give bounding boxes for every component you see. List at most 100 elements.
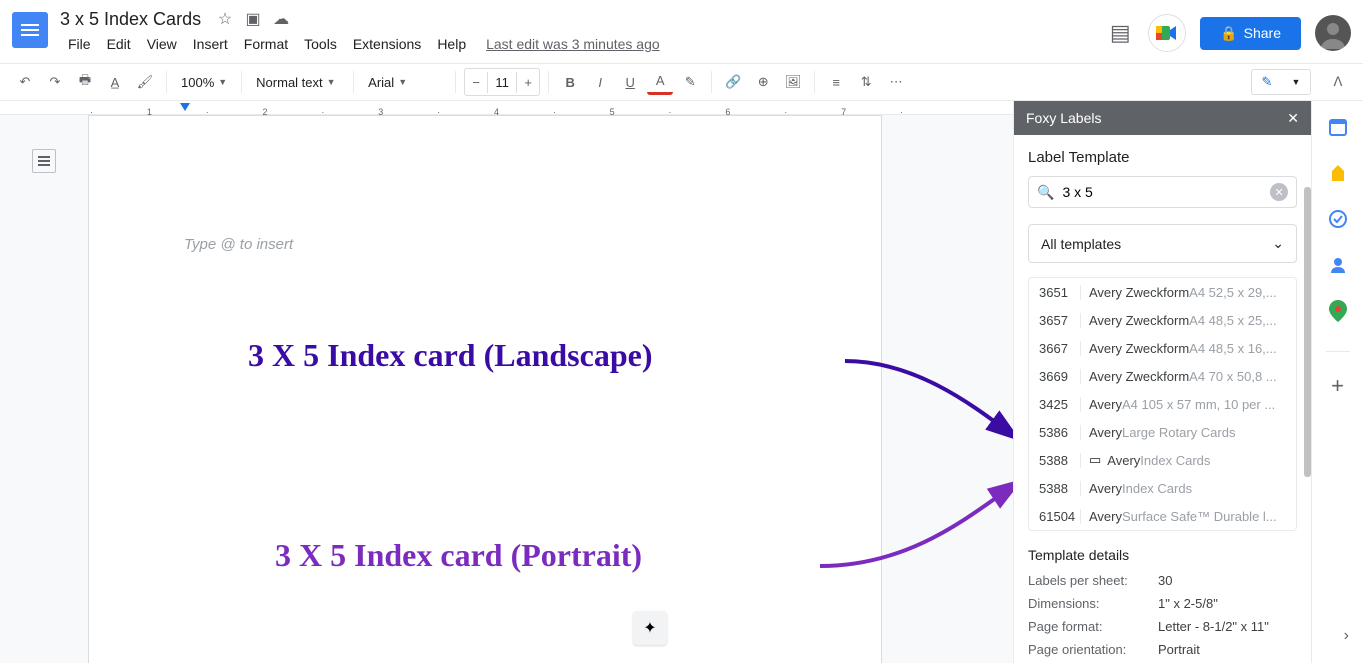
highlight-icon[interactable]: ✎ xyxy=(677,69,703,95)
annotation-portrait: 3 X 5 Index card (Portrait) xyxy=(275,537,642,574)
outline-icon[interactable] xyxy=(32,149,56,173)
result-code: 3669 xyxy=(1039,369,1081,384)
text-color-icon[interactable]: A xyxy=(647,69,673,95)
doc-title-row: 3 x 5 Index Cards ☆ ▣ ☁ xyxy=(60,8,660,30)
avatar[interactable] xyxy=(1315,15,1351,51)
panel-title: Foxy Labels xyxy=(1026,110,1101,126)
explore-button[interactable]: ✦ xyxy=(633,611,667,645)
menu-help[interactable]: Help xyxy=(429,32,474,56)
ruler[interactable]: ·1·2·3·4·5·6·7· xyxy=(0,101,1013,115)
template-filter-dropdown[interactable]: All templates ⌄ xyxy=(1028,224,1297,263)
result-row[interactable]: 3651Avery Zweckform A4 52,5 x 29,... xyxy=(1029,278,1296,306)
insert-placeholder: Type @ to insert xyxy=(184,236,293,253)
redo-icon[interactable]: ↷ xyxy=(42,69,68,95)
edit-mode-dropdown[interactable]: ✎ ▼ xyxy=(1251,69,1311,95)
print-icon[interactable]: 🖶 xyxy=(72,69,98,95)
detail-label: Page orientation: xyxy=(1028,642,1158,657)
result-row[interactable]: 5388Avery Index Cards xyxy=(1029,474,1296,502)
separator xyxy=(455,71,456,93)
menu-extensions[interactable]: Extensions xyxy=(345,32,429,56)
style-dropdown[interactable]: Normal text▼ xyxy=(250,75,345,90)
result-row[interactable]: 5388 ▭ Avery Index Cards xyxy=(1029,446,1296,474)
result-brand: Avery Zweckform xyxy=(1089,313,1189,328)
clear-icon[interactable]: ✕ xyxy=(1270,183,1288,201)
result-row[interactable]: 3425Avery A4 105 x 57 mm, 10 per ... xyxy=(1029,390,1296,418)
style-value: Normal text xyxy=(256,75,322,90)
result-row[interactable]: 5386Avery Large Rotary Cards xyxy=(1029,418,1296,446)
link-icon[interactable]: 🔗 xyxy=(720,69,746,95)
pencil-icon: ✎ xyxy=(1262,74,1273,90)
more-icon[interactable]: ⋯ xyxy=(883,69,909,95)
align-icon[interactable]: ≡ xyxy=(823,69,849,95)
share-button[interactable]: 🔒 Share xyxy=(1200,17,1301,50)
menu-view[interactable]: View xyxy=(139,32,185,56)
search-box: 🔍 ✕ xyxy=(1028,176,1297,208)
template-icon: ▭ xyxy=(1089,452,1101,468)
font-size-increase[interactable]: + xyxy=(517,69,539,95)
result-brand: Avery xyxy=(1107,453,1140,468)
panel-header: Foxy Labels ✕ xyxy=(1014,101,1311,135)
undo-icon[interactable]: ↶ xyxy=(12,69,38,95)
result-row[interactable]: 61504Avery Surface Safe™ Durable l... xyxy=(1029,502,1296,530)
details-title: Template details xyxy=(1028,547,1297,563)
result-row[interactable]: 3669Avery Zweckform A4 70 x 50,8 ... xyxy=(1029,362,1296,390)
font-size-value[interactable]: 11 xyxy=(487,72,517,93)
contacts-icon[interactable] xyxy=(1326,253,1350,277)
rail-collapse-icon[interactable]: › xyxy=(1344,627,1349,645)
details-list: Labels per sheet:30Dimensions:1" x 2-5/8… xyxy=(1028,573,1297,657)
star-icon[interactable]: ☆ xyxy=(216,10,234,28)
result-name: Index Cards xyxy=(1140,453,1210,468)
spellcheck-icon[interactable]: A̲ xyxy=(102,69,128,95)
paint-format-icon[interactable]: 🖌 xyxy=(132,69,158,95)
move-icon[interactable]: ▣ xyxy=(244,10,262,28)
menu-format[interactable]: Format xyxy=(236,32,296,56)
result-code: 3657 xyxy=(1039,313,1081,328)
font-size-decrease[interactable]: − xyxy=(465,69,487,95)
maps-icon[interactable] xyxy=(1326,299,1350,323)
close-icon[interactable]: ✕ xyxy=(1287,110,1299,127)
result-row[interactable]: 3657 Avery Zweckform A4 48,5 x 25,... xyxy=(1029,306,1296,334)
meet-icon[interactable] xyxy=(1148,14,1186,52)
italic-icon[interactable]: I xyxy=(587,69,613,95)
menu-edit[interactable]: Edit xyxy=(99,32,139,56)
add-icon[interactable]: + xyxy=(1326,374,1350,398)
last-edit-link[interactable]: Last edit was 3 minutes ago xyxy=(486,32,660,56)
comments-icon[interactable]: ▤ xyxy=(1111,24,1129,42)
detail-value: Letter - 8-1/2" x 11" xyxy=(1158,619,1269,634)
underline-icon[interactable]: U xyxy=(617,69,643,95)
zoom-dropdown[interactable]: 100%▼ xyxy=(175,75,233,90)
header-left: 3 x 5 Index Cards ☆ ▣ ☁ File Edit View I… xyxy=(60,8,660,56)
document-area: ·1·2·3·4·5·6·7· Type @ to insert 3 X 5 I… xyxy=(0,101,1013,663)
result-code: 3651 xyxy=(1039,285,1081,300)
result-name: A4 48,5 x 25,... xyxy=(1189,313,1276,328)
sidebar-toggle-icon[interactable]: ᐱ xyxy=(1325,69,1351,95)
result-code: 5388 xyxy=(1039,453,1081,468)
result-row[interactable]: 3667Avery Zweckform A4 48,5 x 16,... xyxy=(1029,334,1296,362)
tasks-icon[interactable] xyxy=(1326,207,1350,231)
caret-down-icon: ▼ xyxy=(398,77,407,87)
docs-logo-icon[interactable] xyxy=(12,12,48,48)
separator xyxy=(241,71,242,93)
menu-tools[interactable]: Tools xyxy=(296,32,345,56)
page[interactable]: Type @ to insert xyxy=(88,115,882,663)
cloud-icon[interactable]: ☁ xyxy=(272,10,290,28)
menu-insert[interactable]: Insert xyxy=(185,32,236,56)
bold-icon[interactable]: B xyxy=(557,69,583,95)
annotation-landscape: 3 X 5 Index card (Landscape) xyxy=(248,337,652,374)
line-spacing-icon[interactable]: ⇅ xyxy=(853,69,879,95)
zoom-value: 100% xyxy=(181,75,214,90)
section-title: Label Template xyxy=(1028,149,1297,166)
font-dropdown[interactable]: Arial▼ xyxy=(362,75,447,90)
calendar-icon[interactable] xyxy=(1326,115,1350,139)
image-icon[interactable]: 🖼 xyxy=(780,69,806,95)
keep-icon[interactable] xyxy=(1326,161,1350,185)
doc-title[interactable]: 3 x 5 Index Cards xyxy=(60,9,201,30)
result-brand: Avery xyxy=(1089,481,1122,496)
result-code: 3667 xyxy=(1039,341,1081,356)
comment-icon[interactable]: ⊕ xyxy=(750,69,776,95)
menu-file[interactable]: File xyxy=(60,32,99,56)
result-brand: Avery xyxy=(1089,397,1122,412)
detail-row: Labels per sheet:30 xyxy=(1028,573,1297,588)
separator xyxy=(548,71,549,93)
search-input[interactable] xyxy=(1062,184,1270,200)
